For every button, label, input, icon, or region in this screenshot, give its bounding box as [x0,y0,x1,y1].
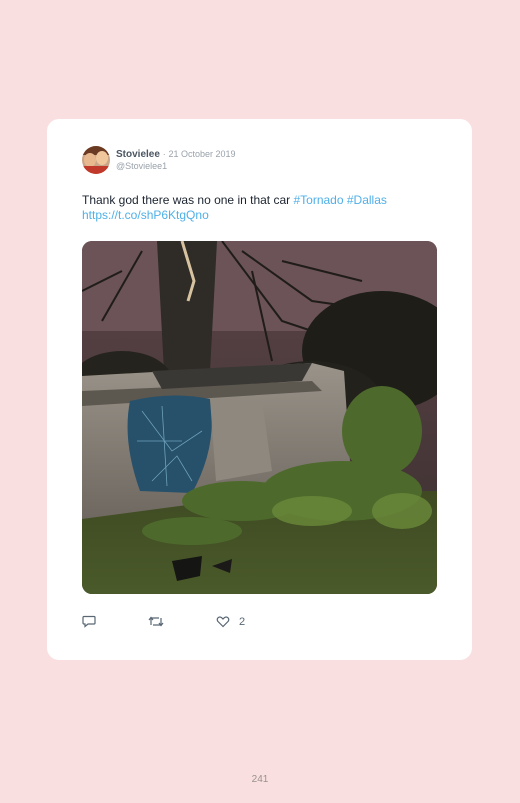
hashtag-dallas[interactable]: #Dallas [347,193,387,207]
hashtag-tornado[interactable]: #Tornado [293,193,343,207]
tweet-text: Thank god there was no one in that car #… [82,193,442,223]
reply-button[interactable] [82,615,96,628]
tweet-actions: 2 [82,615,245,628]
tweet-card: Stovielee · 21 October 2019 @Stovielee1 … [47,119,472,660]
retweet-button[interactable] [148,615,164,628]
separator: · [162,149,166,159]
tweet-link[interactable]: https://t.co/shP6KtgQno [82,208,209,222]
tweet-text-body: Thank god there was no one in that car [82,193,294,207]
tweet-date: 21 October 2019 [168,149,236,159]
handle[interactable]: @Stovielee1 [116,161,236,171]
reply-icon [82,615,96,628]
heart-icon [216,616,230,628]
retweet-icon [148,616,164,627]
overturned-car-photo [82,241,437,594]
like-count: 2 [239,615,246,628]
tweet-image[interactable] [82,241,437,594]
tweet-header: Stovielee · 21 October 2019 @Stovielee1 [82,146,236,174]
avatar[interactable] [82,146,110,174]
display-name[interactable]: Stovielee [116,149,160,160]
page-number: 241 [251,774,269,785]
like-button[interactable]: 2 [216,615,245,628]
